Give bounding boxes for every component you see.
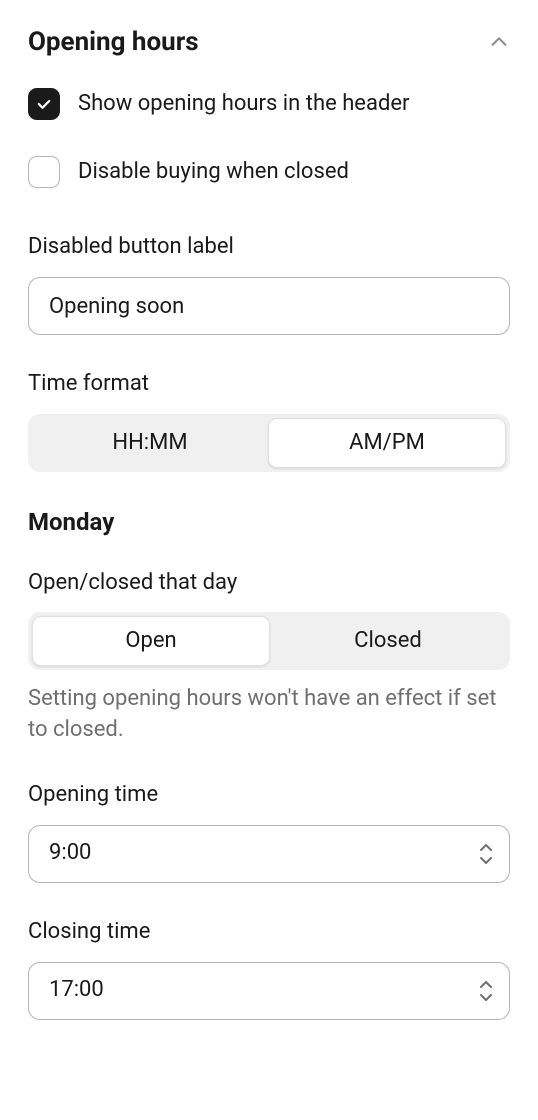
open-closed-heading: Open/closed that day <box>28 568 510 599</box>
closing-time-select[interactable]: 17:00 <box>28 962 510 1020</box>
open-closed-option-closed[interactable]: Closed <box>270 616 506 666</box>
open-closed-help-text: Setting opening hours won't have an effe… <box>28 684 510 746</box>
disabled-button-label-field: Disabled button label <box>28 232 510 335</box>
closing-time-field: Closing time 17:00 <box>28 917 510 1020</box>
disable-buying-checkbox-row[interactable]: Disable buying when closed <box>28 156 510 188</box>
section-title: Opening hours <box>28 24 199 60</box>
closing-time-heading: Closing time <box>28 917 510 948</box>
time-format-field: Time format HH:MM AM/PM <box>28 369 510 472</box>
show-opening-hours-checkbox-row[interactable]: Show opening hours in the header <box>28 88 510 120</box>
opening-time-field: Opening time 9:00 <box>28 780 510 883</box>
show-opening-hours-checkbox[interactable] <box>28 88 60 120</box>
day-heading: Monday <box>28 506 510 540</box>
disabled-button-label-heading: Disabled button label <box>28 232 510 263</box>
open-closed-segmented: Open Closed <box>28 612 510 670</box>
time-format-option-ampm[interactable]: AM/PM <box>268 418 506 468</box>
show-opening-hours-label: Show opening hours in the header <box>78 89 409 120</box>
opening-time-select[interactable]: 9:00 <box>28 825 510 883</box>
disable-buying-label: Disable buying when closed <box>78 157 349 188</box>
time-format-heading: Time format <box>28 369 510 400</box>
chevron-up-icon <box>488 31 510 53</box>
disabled-button-label-input[interactable] <box>28 277 510 335</box>
opening-time-value: 9:00 <box>49 838 91 869</box>
opening-hours-panel: Opening hours Show opening hours in the … <box>0 0 538 1060</box>
time-format-segmented: HH:MM AM/PM <box>28 414 510 472</box>
time-format-option-hhmm[interactable]: HH:MM <box>32 418 268 468</box>
disable-buying-checkbox[interactable] <box>28 156 60 188</box>
opening-time-heading: Opening time <box>28 780 510 811</box>
section-header[interactable]: Opening hours <box>28 24 510 60</box>
open-closed-field: Open/closed that day Open Closed Setting… <box>28 568 510 746</box>
closing-time-value: 17:00 <box>49 975 104 1006</box>
open-closed-option-open[interactable]: Open <box>32 616 270 666</box>
